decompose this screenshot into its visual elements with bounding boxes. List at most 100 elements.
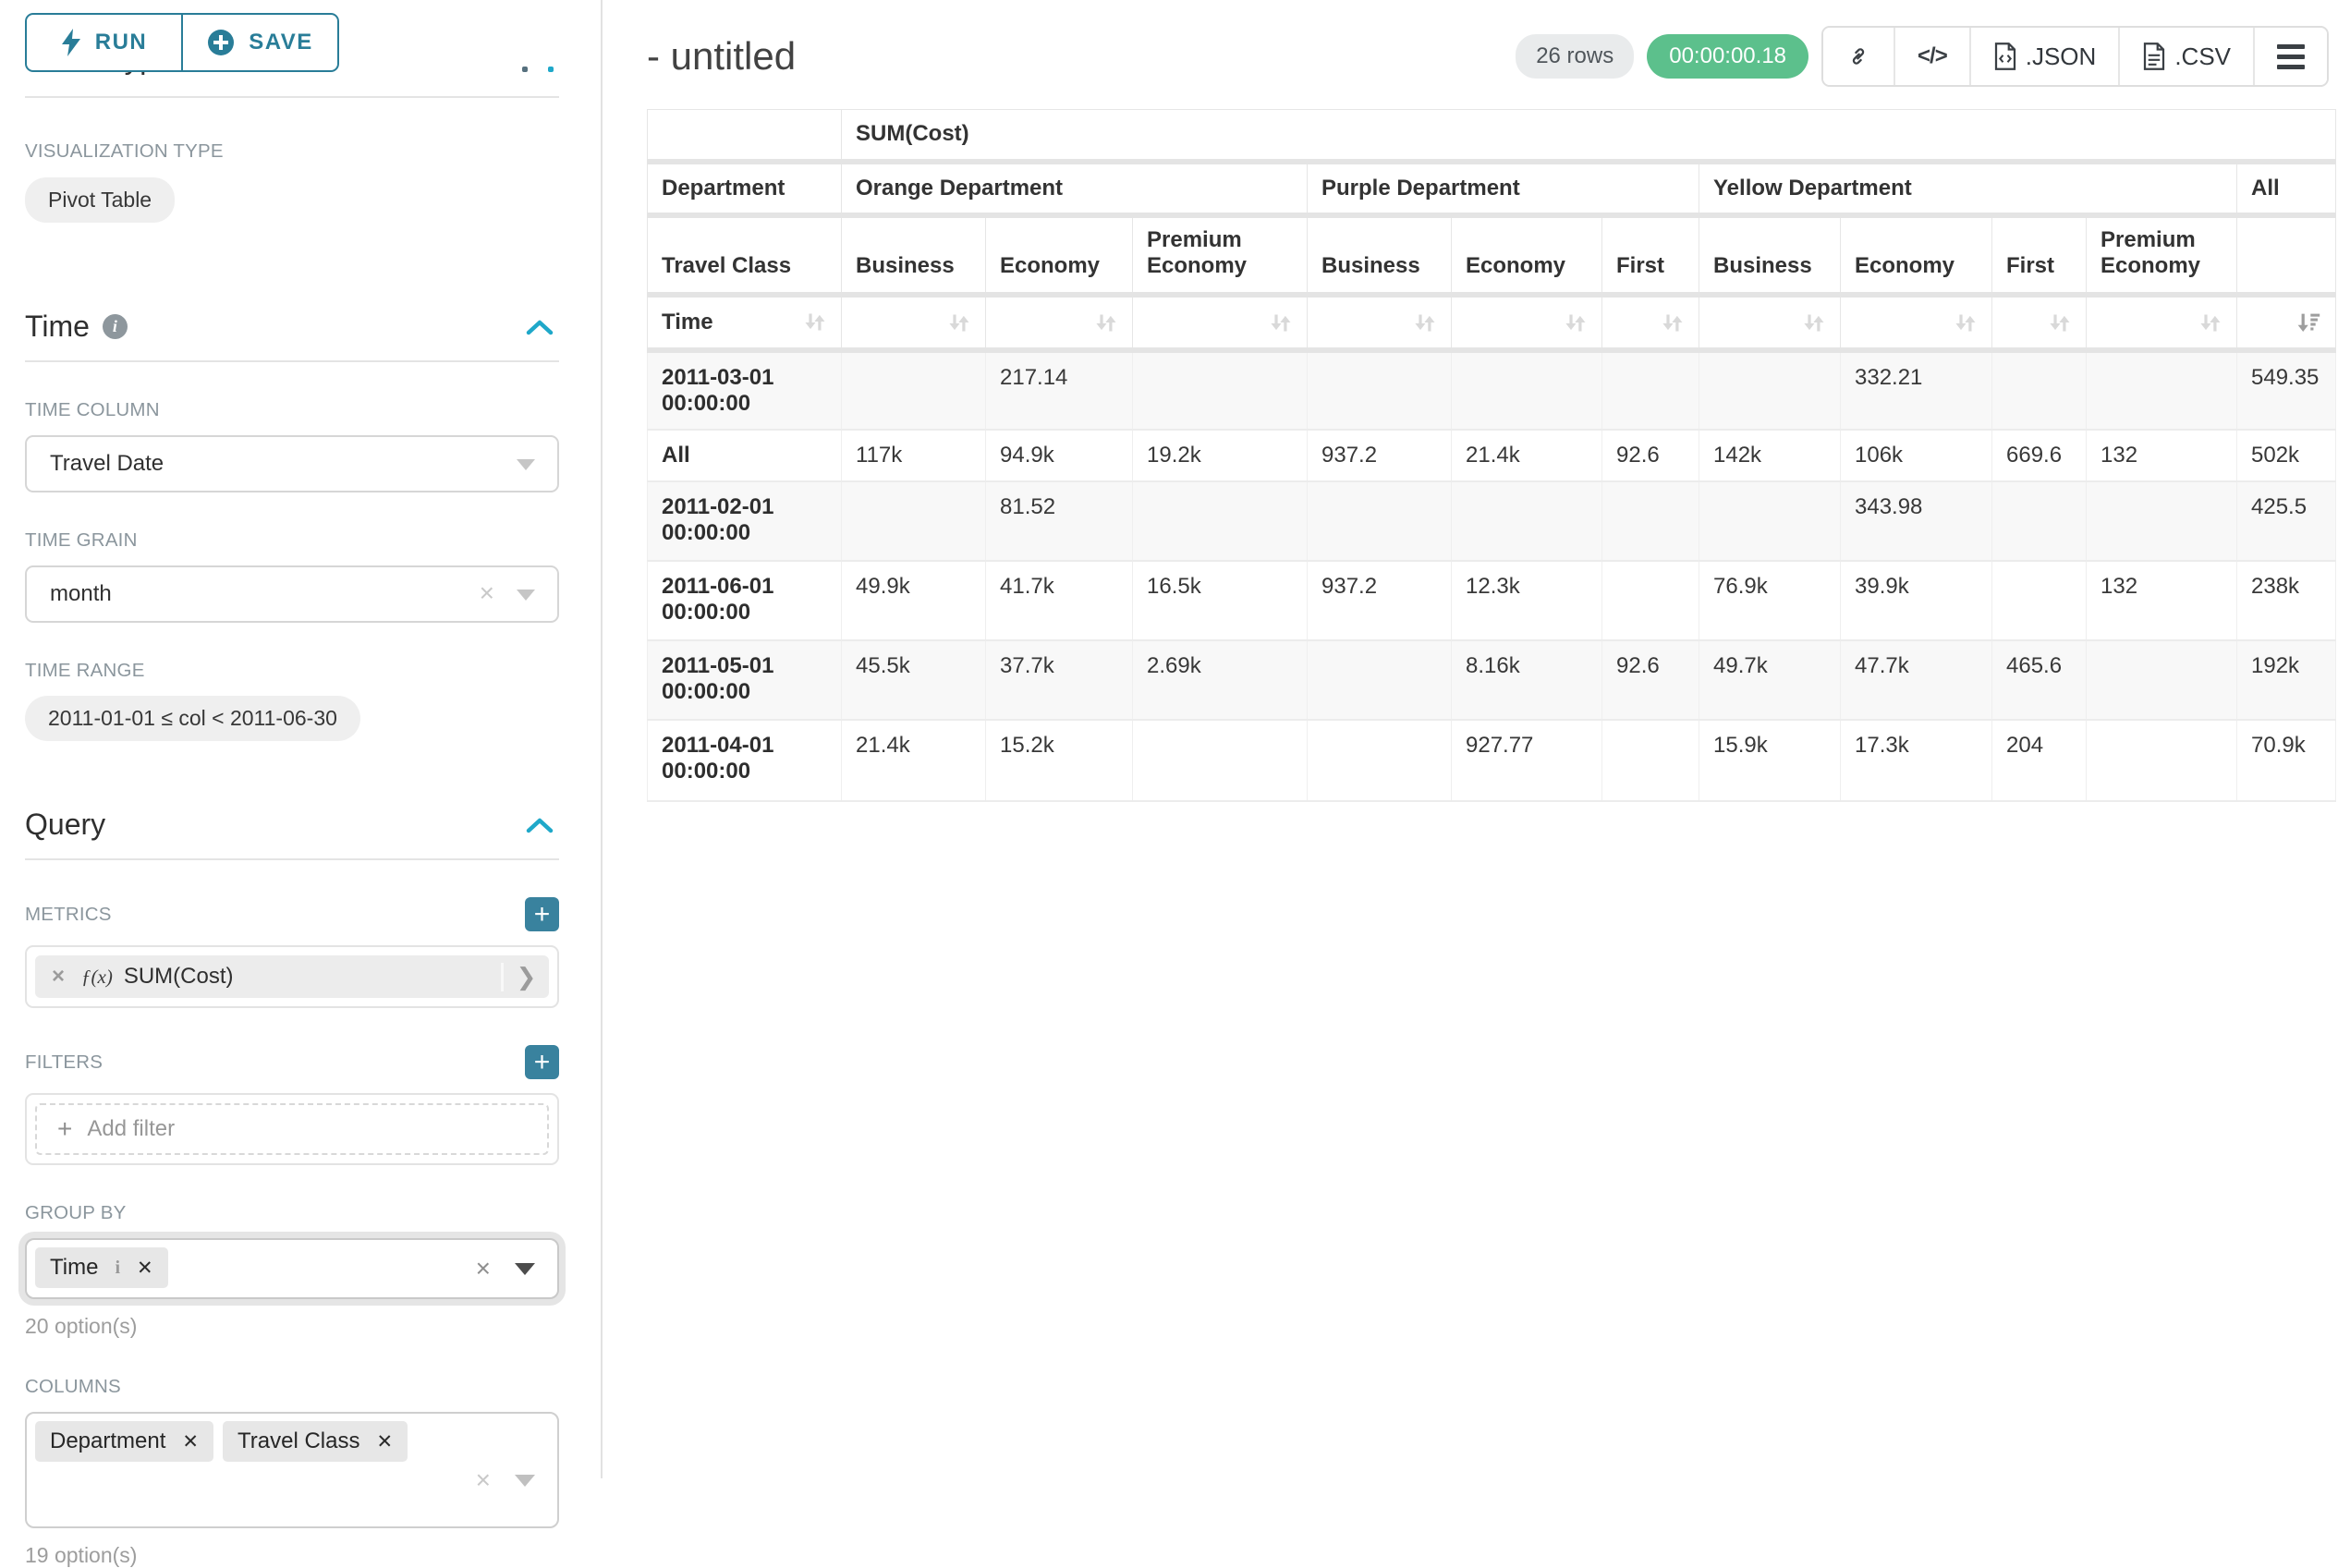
save-button-label: SAVE (249, 30, 313, 55)
pivot-cell: 132 (2087, 430, 2237, 481)
sort-icon[interactable] (1660, 310, 1685, 335)
code-icon: </> (1918, 43, 1947, 69)
pivot-cell: 106k (1841, 430, 1992, 481)
sort-icon[interactable] (1412, 310, 1437, 335)
chevron-up-icon[interactable] (526, 817, 554, 833)
pivot-cell: 332.21 (1841, 350, 1992, 430)
pivot-cell: 19.2k (1133, 430, 1308, 481)
add-filter-button[interactable]: + Add filter (35, 1103, 549, 1155)
visualization-type-value[interactable]: Pivot Table (25, 177, 175, 223)
metric-option[interactable]: × ƒ(x) SUM(Cost) ❯ (35, 955, 549, 998)
leaf-column-header: Business (842, 215, 986, 295)
sort-icon[interactable] (802, 310, 827, 334)
columns-pill-department[interactable]: Department ✕ (35, 1421, 213, 1462)
row-axis-header[interactable]: Time (648, 295, 842, 350)
remove-pill-icon[interactable]: ✕ (137, 1257, 153, 1280)
sort-icon[interactable] (946, 310, 971, 335)
sort-icon[interactable] (1268, 310, 1293, 335)
time-column-label: TIME COLUMN (25, 399, 559, 421)
pivot-cell: 15.9k (1699, 720, 1841, 801)
metrics-label: METRICS (25, 904, 112, 926)
columns-label: COLUMNS (25, 1376, 559, 1398)
pivot-cell (1133, 350, 1308, 430)
pivot-cell (1133, 720, 1308, 801)
sort-header-cell[interactable] (1841, 295, 1992, 350)
plus-icon: + (57, 1114, 72, 1144)
sort-header-cell[interactable] (1452, 295, 1602, 350)
save-button[interactable]: SAVE (182, 13, 339, 72)
link-icon (1845, 43, 1871, 69)
add-filter-plus-button[interactable]: + (525, 1045, 559, 1079)
columns-select[interactable]: Department ✕ Travel Class ✕ × (25, 1412, 559, 1528)
json-file-icon (1993, 43, 2017, 70)
filters-box: + Add filter (25, 1093, 559, 1165)
more-options-button[interactable] (2253, 28, 2327, 85)
remove-pill-icon[interactable]: ✕ (182, 1430, 199, 1453)
query-section-title: Query (25, 808, 105, 842)
sort-header-cell[interactable] (1602, 295, 1699, 350)
run-button[interactable]: RUN (25, 13, 182, 72)
sort-header-cell[interactable] (2087, 295, 2237, 350)
pivot-cell: 47.7k (1841, 640, 1992, 720)
group-by-pill-time[interactable]: Time i ✕ (35, 1247, 168, 1288)
pivot-cell: 425.5 (2237, 481, 2336, 561)
clear-all-icon[interactable]: × (476, 1467, 491, 1493)
group-by-select[interactable]: Time i ✕ × (25, 1238, 559, 1299)
sort-icon[interactable] (1563, 310, 1588, 335)
sort-header-cell[interactable] (842, 295, 986, 350)
remove-metric-icon[interactable]: × (35, 964, 81, 990)
sort-header-cell[interactable] (2237, 295, 2336, 350)
pivot-cell (1308, 640, 1452, 720)
chevron-down-icon (517, 590, 535, 601)
sort-icon[interactable] (2198, 310, 2222, 335)
sort-header-cell[interactable] (1308, 295, 1452, 350)
chevron-down-icon[interactable] (515, 1475, 535, 1487)
pivot-cell: 217.14 (986, 350, 1133, 430)
row-header: 2011-02-01 00:00:00 (648, 481, 842, 561)
export-csv-button[interactable]: .CSV (2118, 28, 2253, 85)
row-header: 2011-04-01 00:00:00 (648, 720, 842, 801)
chevron-down-icon[interactable] (515, 1263, 535, 1275)
sort-icon[interactable] (2047, 310, 2072, 335)
chart-type-collapse-chevron-clipped[interactable] (522, 67, 554, 72)
time-column-select[interactable]: Travel Date (25, 435, 559, 492)
pivot-cell (1452, 481, 1602, 561)
chevron-up-icon[interactable] (526, 319, 554, 335)
embed-code-button[interactable]: </> (1894, 28, 1969, 85)
columns-options-hint: 19 option(s) (25, 1543, 559, 1568)
sort-icon[interactable] (1093, 310, 1118, 335)
remove-pill-icon[interactable]: ✕ (376, 1430, 393, 1453)
column-group-header: Yellow Department (1699, 162, 2237, 215)
sort-icon[interactable] (1953, 310, 1978, 335)
leaf-column-header: Premium Economy (1133, 215, 1308, 295)
chart-type-section-header: Chart Type RUN (25, 0, 559, 96)
sort-header-cell[interactable] (1699, 295, 1841, 350)
row-header: All (648, 430, 842, 481)
clear-all-icon[interactable]: × (476, 1256, 491, 1282)
pivot-cell: 937.2 (1308, 561, 1452, 640)
pivot-cell (1308, 350, 1452, 430)
copy-link-button[interactable] (1823, 28, 1894, 85)
chevron-right-icon[interactable]: ❯ (501, 963, 549, 991)
chart-title[interactable]: - untitled (647, 34, 796, 79)
pivot-cell: 16.5k (1133, 561, 1308, 640)
sort-header-cell[interactable] (986, 295, 1133, 350)
time-grain-label: TIME GRAIN (25, 529, 559, 552)
chart-panel: - untitled 26 rows 00:00:00.18 </> (603, 0, 2338, 1478)
columns-pill-travel-class[interactable]: Travel Class ✕ (223, 1421, 408, 1462)
sort-icon[interactable] (1801, 310, 1826, 335)
pivot-cell (1452, 350, 1602, 430)
group-by-options-hint: 20 option(s) (25, 1314, 559, 1339)
pivot-cell: 2.69k (1133, 640, 1308, 720)
pivot-cell: 92.6 (1602, 640, 1699, 720)
time-range-value[interactable]: 2011-01-01 ≤ col < 2011-06-30 (25, 696, 360, 741)
sort-desc-icon[interactable] (2296, 310, 2321, 335)
sort-header-cell[interactable] (1992, 295, 2087, 350)
add-metric-button[interactable]: + (525, 897, 559, 931)
time-grain-select[interactable]: month × (25, 565, 559, 623)
export-json-button[interactable]: .JSON (1969, 28, 2119, 85)
clear-icon[interactable]: × (480, 580, 494, 606)
pivot-cell: 81.52 (986, 481, 1133, 561)
pivot-cell: 41.7k (986, 561, 1133, 640)
sort-header-cell[interactable] (1133, 295, 1308, 350)
